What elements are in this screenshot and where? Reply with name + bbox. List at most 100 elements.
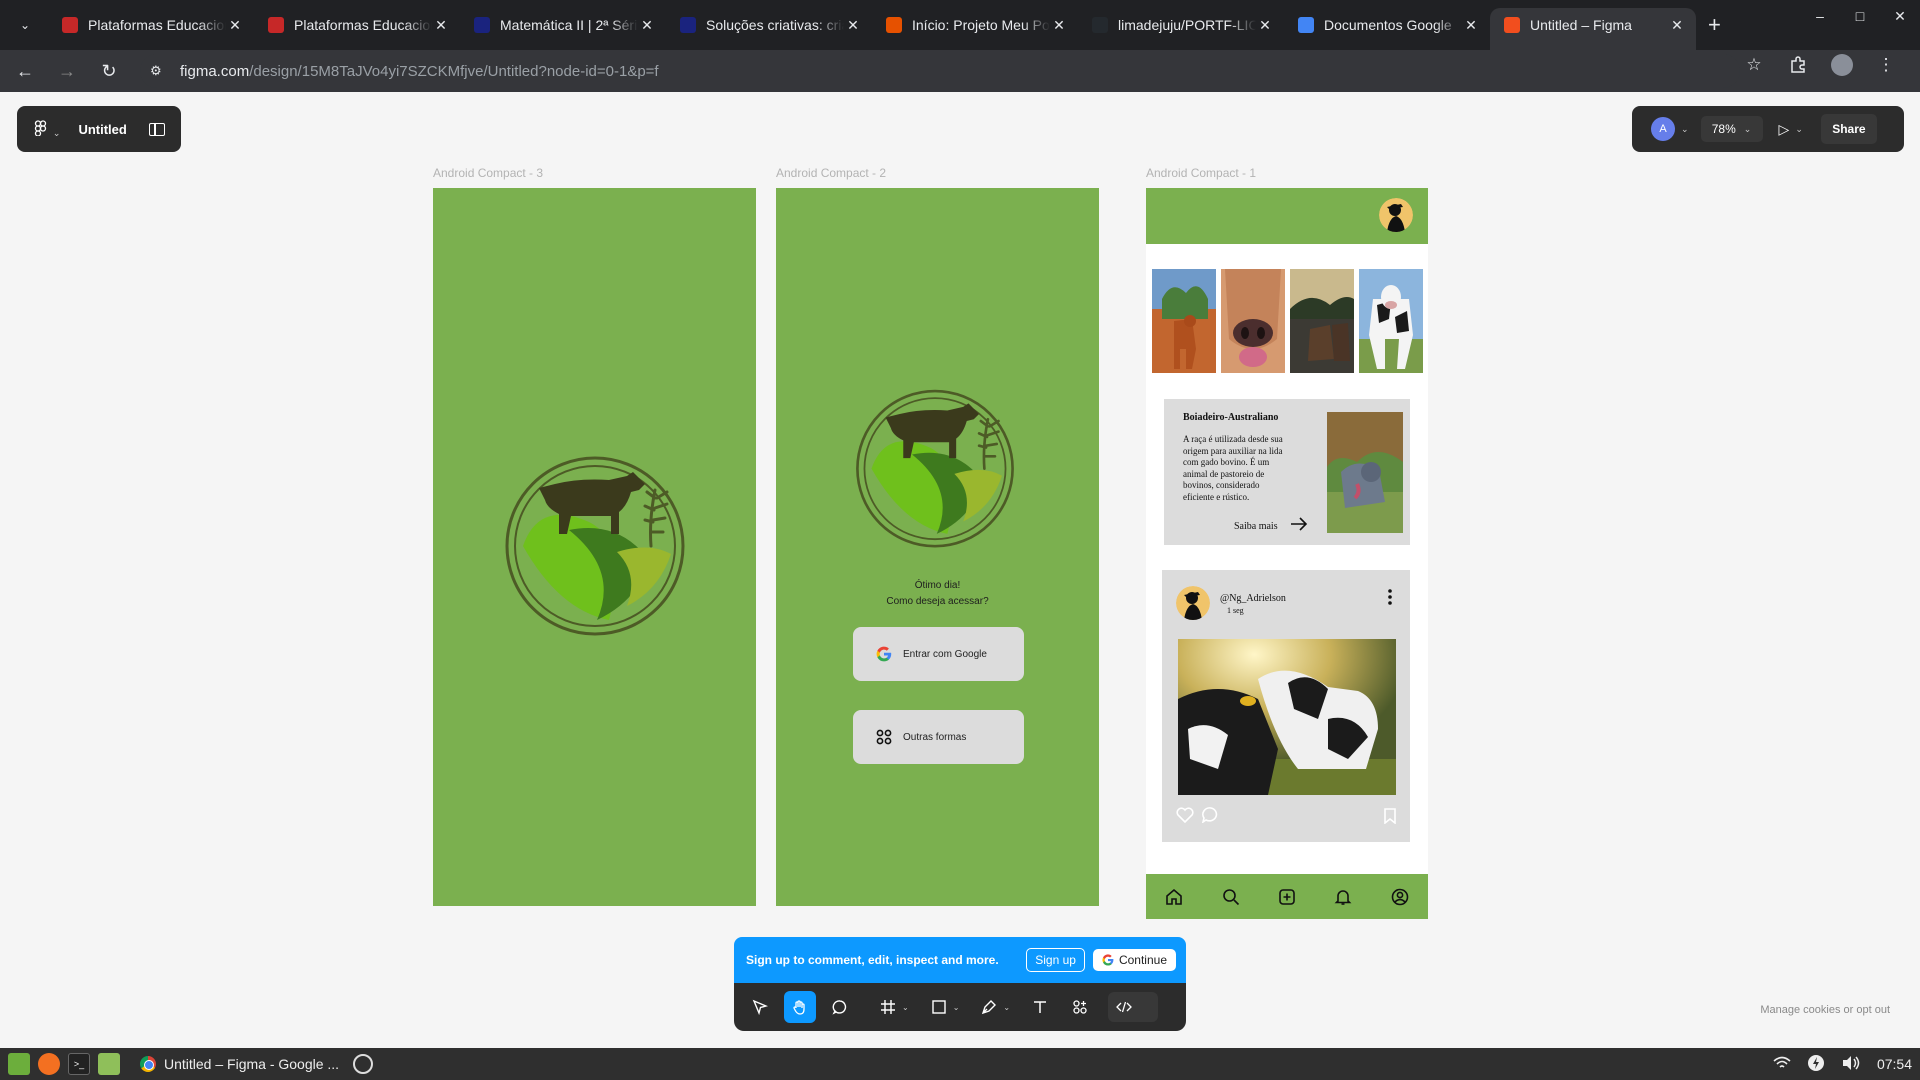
user-avatar[interactable]: A: [1651, 117, 1675, 141]
pen-tool-icon[interactable]: [973, 991, 1005, 1023]
dev-mode-toggle[interactable]: [1108, 992, 1159, 1022]
move-tool-icon[interactable]: [744, 991, 776, 1023]
bookmark-star-icon[interactable]: ☆: [1732, 55, 1776, 75]
browser-tab-active[interactable]: Untitled – Figma ✕: [1490, 8, 1696, 50]
new-tab-button[interactable]: +: [1708, 12, 1721, 38]
browser-tab[interactable]: Plataformas Educacionais✕: [254, 8, 460, 42]
signup-banner: Sign up to comment, edit, inspect and mo…: [734, 937, 1186, 983]
frame-android-compact-2[interactable]: Ótimo dia! Como deseja acessar? Entrar c…: [776, 188, 1099, 906]
frame-label-1[interactable]: Android Compact - 1: [1146, 166, 1256, 180]
chevron-down-icon[interactable]: ⌄: [902, 1003, 909, 1012]
frame-android-compact-1[interactable]: Boiadeiro-Australiano A raça é utilizada…: [1146, 188, 1428, 919]
browser-tab[interactable]: Início: Projeto Meu Portfólio✕: [872, 8, 1078, 42]
horses-sunset-photo[interactable]: [1290, 269, 1354, 373]
card-description: A raça é utilizada desde sua origem para…: [1183, 434, 1283, 502]
comment-tool-icon[interactable]: [824, 991, 856, 1023]
post-author-avatar[interactable]: [1176, 586, 1210, 620]
chevron-down-icon[interactable]: ⌄: [953, 1003, 960, 1012]
tab-search-button[interactable]: ⌄: [8, 8, 42, 42]
tab-close-icon[interactable]: ✕: [1256, 17, 1274, 34]
power-icon[interactable]: [1807, 1054, 1825, 1075]
calf-photo[interactable]: [1152, 269, 1216, 373]
tab-close-icon[interactable]: ✕: [1462, 17, 1480, 34]
toggle-panel-icon[interactable]: [149, 122, 165, 136]
chevron-down-icon[interactable]: ⌄: [1681, 124, 1689, 135]
continue-google-button[interactable]: Continue: [1092, 949, 1176, 971]
arrow-right-icon[interactable]: [1290, 517, 1308, 531]
tab-close-icon[interactable]: ✕: [226, 17, 244, 34]
browser-tab[interactable]: limadejuju/PORTF-LIO- ✕: [1078, 8, 1284, 42]
tab-close-icon[interactable]: ✕: [1668, 17, 1686, 34]
breed-info-card[interactable]: Boiadeiro-Australiano A raça é utilizada…: [1164, 399, 1410, 545]
frame-label-2[interactable]: Android Compact - 2: [776, 166, 886, 180]
address-bar[interactable]: ⚙ figma.com/design/15M8TaJVo4yi7SZCKMfjv…: [140, 54, 1740, 88]
home-icon[interactable]: [1164, 887, 1184, 907]
browser-tab[interactable]: Documentos Google ✕: [1284, 8, 1490, 42]
window-controls: – □ ✕: [1800, 8, 1920, 25]
frame-android-compact-3[interactable]: [433, 188, 756, 906]
chevron-down-icon[interactable]: ⌄: [1003, 1003, 1010, 1012]
tab-title: Plataformas Educacionais: [88, 17, 226, 33]
post-card[interactable]: @Ng_Adrielson 1 seg: [1162, 570, 1410, 842]
clock[interactable]: 07:54: [1877, 1056, 1912, 1072]
file-name[interactable]: Untitled: [78, 122, 149, 137]
post-username[interactable]: @Ng_Adrielson: [1220, 593, 1286, 604]
terminal-icon[interactable]: >_: [68, 1053, 90, 1075]
share-button[interactable]: Share: [1820, 114, 1877, 144]
rectangle-tool-icon[interactable]: [923, 991, 955, 1023]
zoom-dropdown[interactable]: 78% ⌄: [1700, 116, 1763, 142]
post-cows-photo[interactable]: [1178, 639, 1396, 795]
tab-close-icon[interactable]: ✕: [638, 17, 656, 34]
search-icon[interactable]: [1221, 887, 1241, 907]
figma-menu-icon[interactable]: ⌄: [33, 119, 60, 139]
profile-icon[interactable]: [1390, 887, 1410, 907]
frame-tool-icon[interactable]: [872, 991, 904, 1023]
manage-cookies-link[interactable]: Manage cookies or opt out: [1760, 1004, 1890, 1016]
maximize-button[interactable]: □: [1840, 8, 1880, 25]
workspace-switcher-icon[interactable]: [353, 1054, 374, 1074]
cattle-dog-photo[interactable]: [1327, 412, 1403, 533]
extensions-icon[interactable]: [1776, 56, 1820, 74]
add-post-icon[interactable]: [1277, 887, 1297, 907]
figma-canvas[interactable]: ⌄ Untitled A ⌄ 78% ⌄ ▷ ⌄ Share Android Co…: [0, 92, 1920, 1042]
google-login-button[interactable]: Entrar com Google: [853, 627, 1024, 681]
chevron-down-icon[interactable]: ⌄: [1795, 124, 1803, 135]
browser-tab[interactable]: Soluções criativas: criando✕: [666, 8, 872, 42]
profile-avatar[interactable]: [1820, 54, 1864, 76]
firefox-icon[interactable]: [38, 1053, 60, 1075]
taskbar-chrome-window[interactable]: Untitled – Figma - Google ...: [134, 1048, 345, 1080]
bookmark-icon[interactable]: [1384, 808, 1396, 824]
browser-menu-icon[interactable]: ⋮: [1864, 55, 1908, 75]
site-info-icon[interactable]: ⚙: [150, 63, 170, 79]
close-window-button[interactable]: ✕: [1880, 8, 1920, 25]
frame-label-3[interactable]: Android Compact - 3: [433, 166, 543, 180]
browser-tab[interactable]: Plataformas Educacionais✕: [48, 8, 254, 42]
like-heart-icon[interactable]: [1176, 807, 1194, 823]
tab-close-icon[interactable]: ✕: [1050, 17, 1068, 34]
resources-tool-icon[interactable]: [1064, 991, 1096, 1023]
text-tool-icon[interactable]: [1024, 991, 1056, 1023]
browser-tab[interactable]: Matemática II | 2ª Série ✕: [460, 8, 666, 42]
other-login-button[interactable]: Outras formas: [853, 710, 1024, 764]
os-taskbar: >_ Untitled – Figma - Google ... 07:54: [0, 1048, 1920, 1080]
tab-close-icon[interactable]: ✕: [432, 17, 450, 34]
minimize-button[interactable]: –: [1800, 8, 1840, 25]
wifi-icon[interactable]: [1773, 1056, 1791, 1073]
hand-tool-icon[interactable]: [784, 991, 816, 1023]
files-folder-icon[interactable]: [98, 1053, 120, 1075]
volume-icon[interactable]: [1841, 1055, 1861, 1074]
forward-button[interactable]: →: [50, 54, 84, 88]
reload-button[interactable]: ↻: [92, 54, 126, 88]
start-menu-icon[interactable]: [8, 1053, 30, 1075]
signup-button[interactable]: Sign up: [1026, 948, 1085, 972]
cow-nose-photo[interactable]: [1221, 269, 1285, 373]
saiba-mais-link[interactable]: Saiba mais: [1234, 521, 1278, 532]
more-options-icon[interactable]: [1387, 588, 1393, 606]
back-button[interactable]: ←: [8, 54, 42, 88]
present-play-icon[interactable]: ▷: [1779, 121, 1790, 138]
tab-close-icon[interactable]: ✕: [844, 17, 862, 34]
comment-icon[interactable]: [1202, 807, 1220, 823]
dairy-cow-photo[interactable]: [1359, 269, 1423, 373]
header-avatar[interactable]: [1379, 198, 1413, 232]
notifications-bell-icon[interactable]: [1333, 887, 1353, 907]
